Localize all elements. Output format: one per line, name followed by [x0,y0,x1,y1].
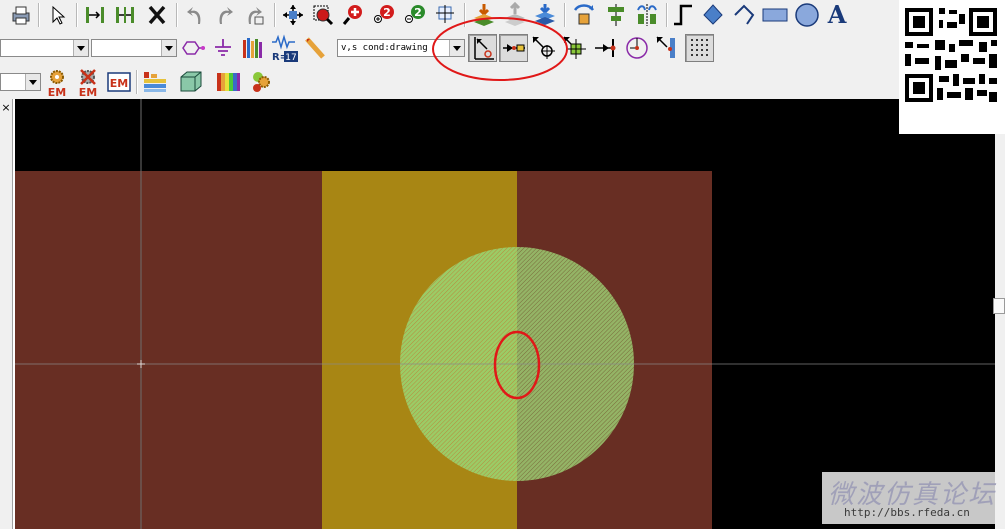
watermark: 微波仿真论坛 http://bbs.rfeda.cn [822,472,995,524]
r-value: 17 [285,53,296,62]
layer-combo[interactable] [0,39,89,57]
substrate-layers-icon[interactable] [142,69,168,95]
pan-move-icon[interactable] [280,2,306,28]
em-box-icon[interactable]: EM [106,69,132,95]
chevron-down-icon[interactable] [161,40,176,56]
select-pointer-icon[interactable] [44,2,70,28]
snap-grid-dots-icon[interactable] [685,34,714,62]
rectangle-icon[interactable] [762,2,788,28]
undo-icon[interactable] [182,2,208,28]
color-spectrum-icon[interactable] [215,69,241,95]
layout-canvas[interactable] [15,99,995,529]
scrollbar-thumb[interactable] [993,298,1005,314]
mirror-icon[interactable] [634,2,660,28]
svg-text:2: 2 [383,6,391,19]
chevron-down-icon[interactable] [73,40,88,56]
em-mode-combo[interactable] [0,73,41,91]
polyline-icon[interactable] [670,2,696,28]
align-center-icon[interactable] [603,2,629,28]
zoom-out-icon[interactable]: 2 [402,2,428,28]
close-icon[interactable]: × [0,101,12,115]
dimension-left-icon[interactable] [82,2,108,28]
snap-center-icon[interactable] [624,35,650,61]
watermark-url: http://bbs.rfeda.cn [844,506,970,519]
text-tool-label: A [827,0,847,29]
qr-code [899,0,1005,134]
drawing-mode-value: v,s cond:drawing [341,43,428,53]
dimension-both-icon[interactable] [112,2,138,28]
layout-drawing[interactable] [15,99,995,529]
zoom-in-icon[interactable] [340,2,366,28]
repeat-icon[interactable] [242,2,268,28]
arc-shape-icon[interactable] [731,2,757,28]
em-disable-icon[interactable]: EM [75,68,101,98]
polygon-icon[interactable] [700,2,726,28]
resistor-icon[interactable]: R= 17 [271,34,299,62]
port-hexagon-icon[interactable] [180,35,206,61]
zoom-in-2x-icon[interactable]: 2 [371,2,397,28]
library-books-icon[interactable] [240,35,266,61]
chevron-down-icon[interactable] [25,74,40,90]
ground-icon[interactable] [210,35,236,61]
em-label-1: EM [48,86,66,98]
snap-endpoint-icon[interactable] [593,35,619,61]
zoom-box-icon[interactable] [310,2,336,28]
em-label-2: EM [79,86,97,98]
em-setup-gear-icon[interactable]: EM [44,68,70,98]
delete-x-icon[interactable] [144,2,170,28]
text-icon[interactable]: A [824,0,850,29]
3d-box-icon[interactable] [178,69,204,95]
print-icon[interactable] [8,2,34,28]
em-label-3: EM [110,77,128,90]
svg-text:2: 2 [414,6,422,19]
redo-icon[interactable] [212,2,238,28]
flip-rotate-icon[interactable] [571,2,597,28]
highlight-ellipse-toolbar [432,17,568,81]
units-combo[interactable] [91,39,177,57]
vertical-scrollbar[interactable] [995,99,1005,529]
circle-icon[interactable] [794,2,820,28]
pencil-icon[interactable] [303,35,329,61]
snap-edge-icon[interactable] [655,35,681,61]
simulation-run-icon[interactable] [248,69,274,95]
